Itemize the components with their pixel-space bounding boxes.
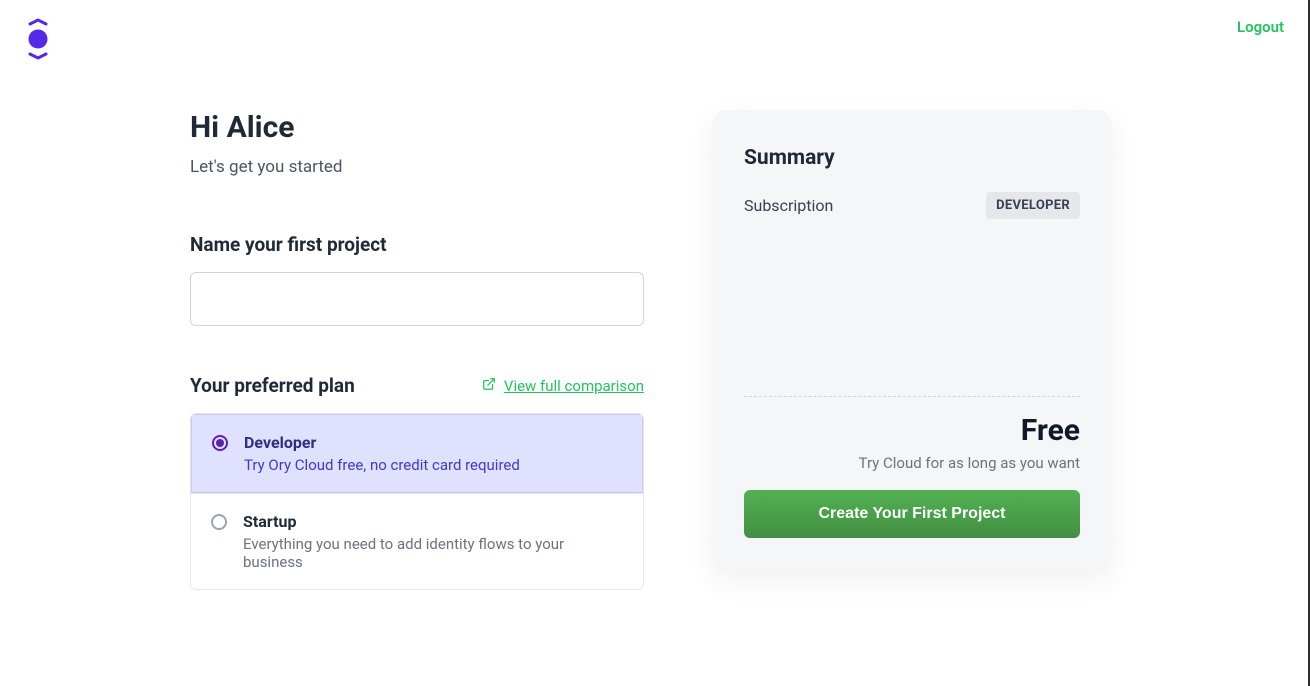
subscription-badge: DEVELOPER — [986, 192, 1080, 219]
view-comparison-label: View full comparison — [504, 377, 644, 395]
greeting-subtitle: Let's get you started — [190, 157, 644, 177]
project-name-input[interactable] — [190, 272, 644, 326]
price-text: Free — [744, 413, 1080, 448]
plan-heading: Your preferred plan — [190, 374, 355, 397]
radio-unselected-icon — [211, 514, 227, 530]
plan-option-developer[interactable]: Developer Try Ory Cloud free, no credit … — [191, 414, 643, 493]
plan-description: Everything you need to add identity flow… — [243, 535, 623, 571]
plan-description: Try Ory Cloud free, no credit card requi… — [244, 456, 520, 474]
plan-list: Developer Try Ory Cloud free, no credit … — [190, 413, 644, 590]
subscription-label: Subscription — [744, 196, 833, 215]
external-link-icon — [482, 377, 496, 395]
logout-link[interactable]: Logout — [1237, 18, 1284, 36]
create-project-button[interactable]: Create Your First Project — [744, 490, 1080, 538]
logo — [24, 18, 52, 60]
summary-card: Summary Subscription DEVELOPER Free Try … — [712, 110, 1112, 570]
summary-title: Summary — [744, 146, 1080, 170]
plan-title: Developer — [244, 433, 520, 452]
price-subtext: Try Cloud for as long as you want — [744, 454, 1080, 472]
view-comparison-link[interactable]: View full comparison — [482, 377, 644, 395]
greeting-title: Hi Alice — [190, 110, 644, 145]
plan-title: Startup — [243, 512, 623, 531]
divider — [744, 396, 1080, 397]
plan-option-startup[interactable]: Startup Everything you need to add ident… — [191, 493, 643, 589]
project-name-heading: Name your first project — [190, 233, 644, 256]
radio-selected-icon — [212, 435, 228, 451]
